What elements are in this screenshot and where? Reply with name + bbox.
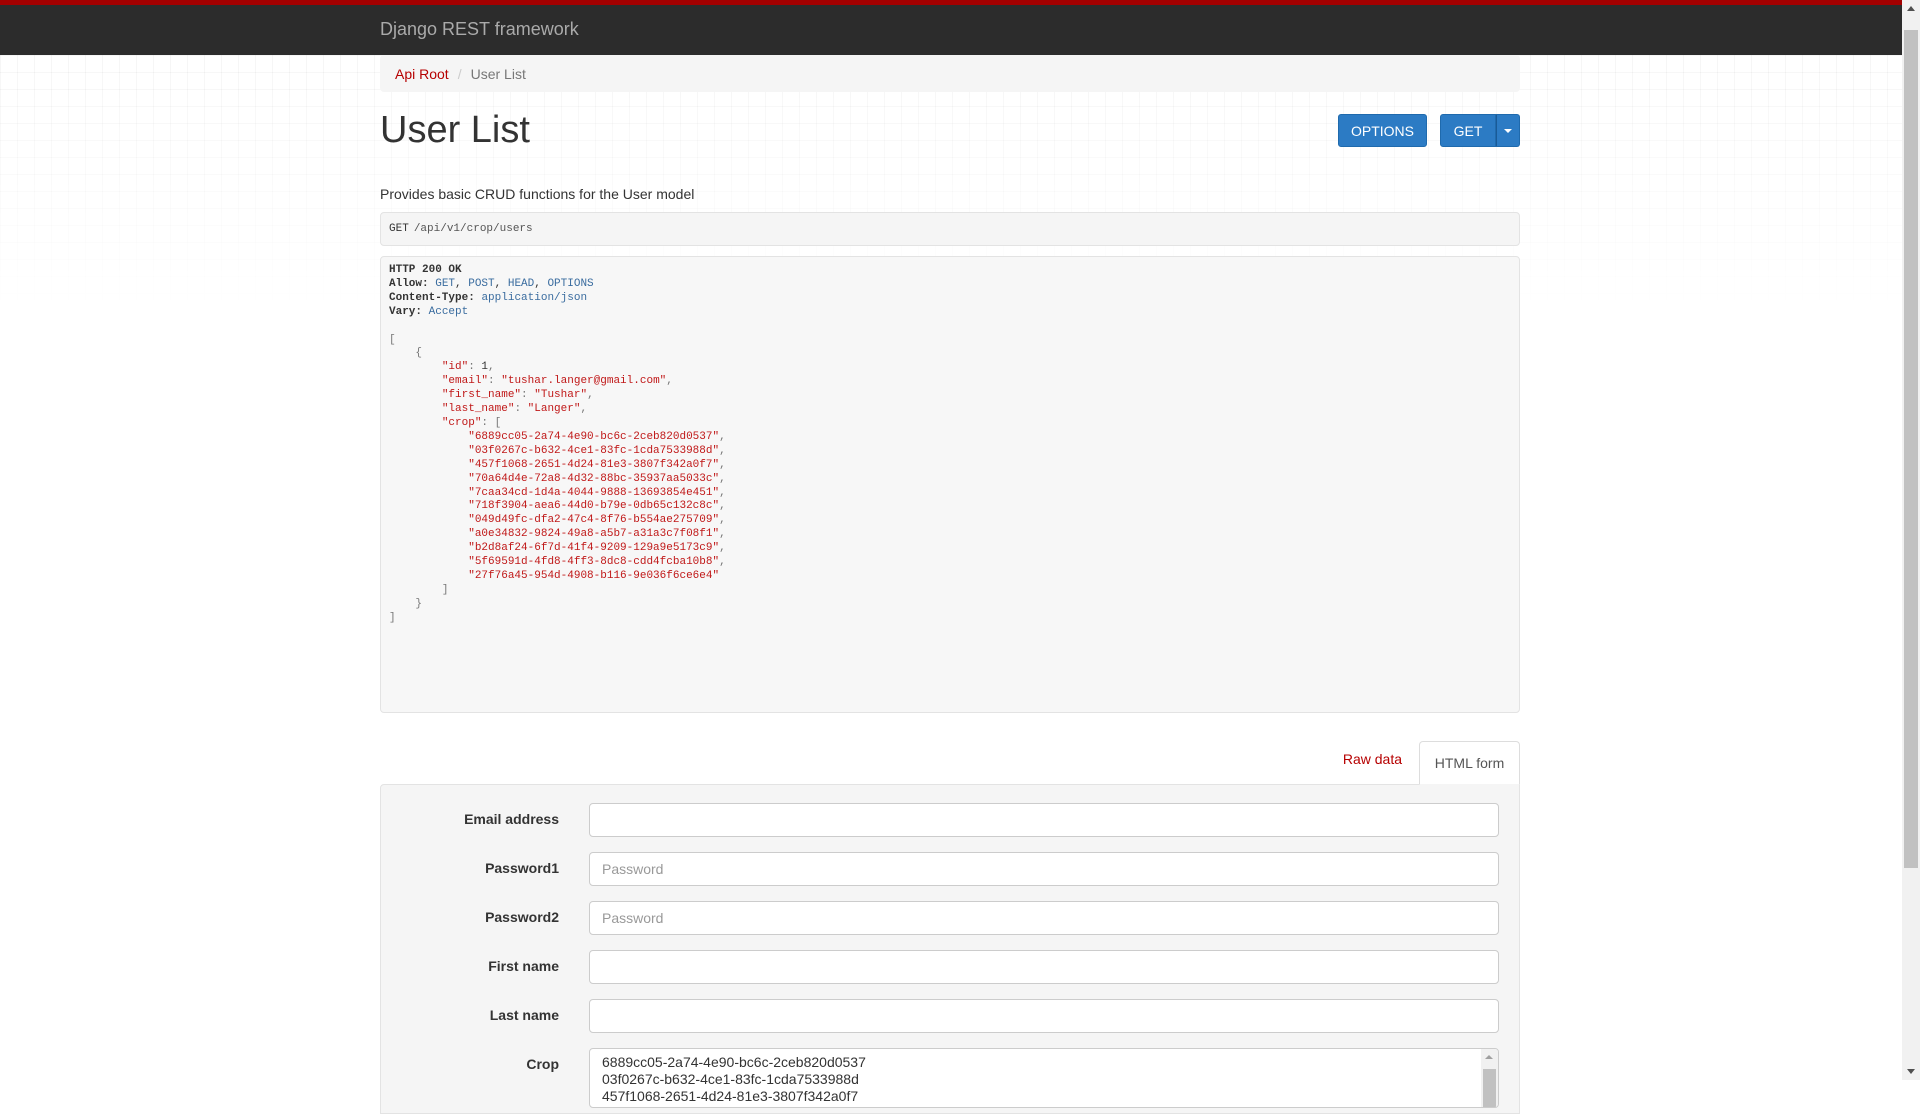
html-form: Email address Password1 Password2 First …	[380, 784, 1520, 1114]
json-last-name: Langer	[534, 403, 574, 416]
scroll-up-arrow-icon[interactable]	[1907, 6, 1915, 11]
request-path: /api/v1/crop/users	[413, 223, 533, 235]
navbar: Django REST framework	[0, 0, 1902, 55]
caret-down-icon	[1504, 128, 1512, 133]
allow-get: GET	[435, 277, 456, 290]
tab-html-form[interactable]: HTML form	[1419, 741, 1520, 785]
first-name-label: First name	[488, 958, 559, 974]
page-scroll-thumb[interactable]	[1904, 30, 1918, 868]
email-label: Email address	[464, 811, 559, 827]
crop-scrollbar[interactable]	[1481, 1049, 1498, 1107]
json-crop-item: 5f69591d-4fd8-4ff3-8dc8-cdd4fcba10b8	[474, 556, 713, 569]
first-name-field[interactable]	[589, 950, 1499, 984]
breadcrumb: Api Root / User List	[380, 55, 1520, 92]
crop-option[interactable]: 457f1068-2651-4d24-81e3-3807f342a0f7	[602, 1088, 1486, 1105]
json-email: tushar.langer@gmail.com	[507, 375, 660, 388]
json-crop-item: 7caa34cd-1d4a-4044-9888-13693854e451	[474, 486, 713, 499]
scroll-up-arrow-icon[interactable]	[1485, 1055, 1493, 1059]
form-row-first-name: First name	[381, 950, 1519, 999]
get-format-dropdown[interactable]	[1496, 114, 1520, 147]
brand-title[interactable]: Django REST framework	[380, 19, 579, 40]
breadcrumb-current: User List	[470, 65, 526, 82]
crop-label: Crop	[526, 1056, 559, 1072]
allow-header-key: Allow:	[389, 277, 429, 290]
json-crop-item: 70a64d4e-72a8-4d32-88bc-35937aa5033c	[474, 472, 713, 485]
email-field[interactable]	[589, 803, 1499, 837]
form-row-password1: Password1	[381, 852, 1519, 901]
breadcrumb-separator: /	[457, 65, 462, 82]
password2-field[interactable]	[589, 901, 1499, 935]
content-type-key: Content-Type:	[389, 291, 475, 304]
options-button[interactable]: OPTIONS	[1338, 114, 1427, 147]
page-description: Provides basic CRUD functions for the Us…	[380, 186, 695, 202]
json-crop-item: 03f0267c-b632-4ce1-83fc-1cda7533988d	[474, 444, 713, 457]
form-row-password2: Password2	[381, 901, 1519, 950]
form-tabs: Raw data HTML form	[380, 741, 1520, 785]
password1-label: Password1	[485, 860, 559, 876]
json-crop-item: 457f1068-2651-4d24-81e3-3807f342a0f7	[474, 458, 713, 471]
json-first-name: Tushar	[540, 389, 581, 402]
allow-options: OPTIONS	[547, 277, 594, 290]
breadcrumb-api-root-link[interactable]: Api Root	[395, 66, 449, 82]
response-body: HTTP 200 OK Allow: GET, POST, HEAD, OPTI…	[380, 256, 1520, 713]
crop-multiselect[interactable]: 6889cc05-2a74-4e90-bc6c-2ceb820d0537 03f…	[589, 1048, 1499, 1108]
json-crop-item: 718f3904-aea6-44d0-b79e-0db65c132c8c	[474, 500, 713, 513]
request-info: GET /api/v1/crop/users	[380, 212, 1520, 246]
allow-post: POST	[468, 277, 495, 290]
response-status: HTTP 200 OK	[389, 264, 462, 276]
last-name-field[interactable]	[589, 999, 1499, 1033]
page-scrollbar[interactable]	[1902, 0, 1920, 1080]
tab-raw-data[interactable]: Raw data	[1343, 751, 1402, 767]
json-crop-item: b2d8af24-6f7d-41f4-9209-129a9e5173c9	[474, 542, 713, 555]
get-button-group: GET	[1440, 114, 1520, 147]
content-type-value: application/json	[481, 291, 588, 304]
vary-key: Vary:	[389, 305, 423, 318]
json-crop-item: 049d49fc-dfa2-47c4-8f76-b554ae275709	[474, 514, 713, 527]
form-row-crop: Crop 6889cc05-2a74-4e90-bc6c-2ceb820d053…	[381, 1048, 1519, 1108]
password2-label: Password2	[485, 909, 559, 925]
form-row-last-name: Last name	[381, 999, 1519, 1048]
request-method: GET	[389, 223, 409, 235]
last-name-label: Last name	[489, 1007, 559, 1023]
get-button[interactable]: GET	[1440, 114, 1496, 147]
json-crop-item: 27f76a45-954d-4908-b116-9e036f6ce6e4	[474, 569, 713, 582]
vary-value: Accept	[428, 305, 469, 318]
main-container: Api Root / User List User List Provides …	[380, 55, 1520, 1114]
form-row-email: Email address	[381, 803, 1519, 852]
crop-option[interactable]: 6889cc05-2a74-4e90-bc6c-2ceb820d0537	[602, 1054, 1486, 1071]
page-title: User List	[380, 109, 530, 151]
json-crop-item: 6889cc05-2a74-4e90-bc6c-2ceb820d0537	[474, 430, 713, 443]
crop-scroll-thumb[interactable]	[1483, 1069, 1496, 1107]
scroll-down-arrow-icon[interactable]	[1907, 1069, 1915, 1074]
json-crop-item: a0e34832-9824-49a8-a5b7-a31a3c7f08f1	[474, 528, 713, 541]
password1-field[interactable]	[589, 852, 1499, 886]
allow-head: HEAD	[507, 277, 535, 290]
